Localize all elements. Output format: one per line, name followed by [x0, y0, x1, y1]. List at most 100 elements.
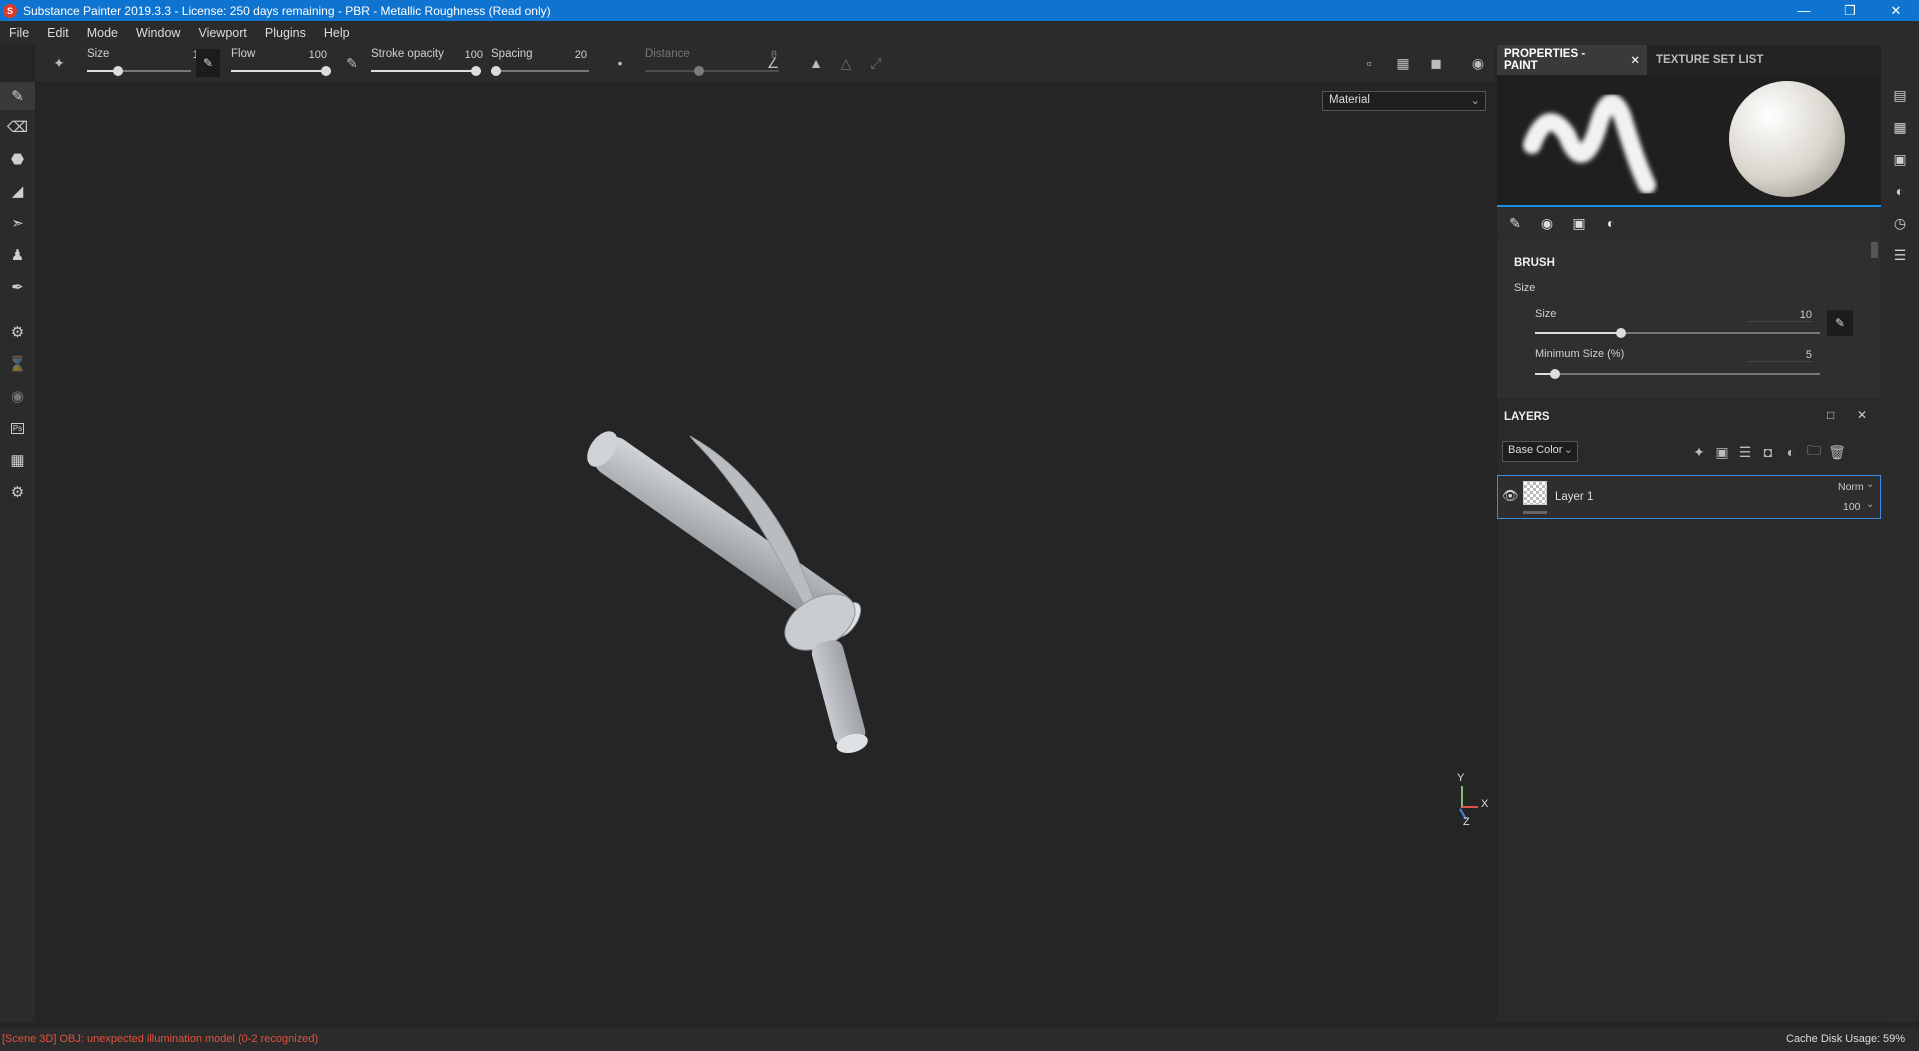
add-layer-icon[interactable]: ☰: [1735, 443, 1755, 461]
log-icon[interactable]: ☰: [1890, 245, 1910, 265]
brush-properties: BRUSH Size Size 10 ✎ Minimum Size (%) 5: [1497, 240, 1881, 398]
cache-label: Cache Disk Usage:: [1786, 1033, 1881, 1045]
chevron-down-icon: ⌄: [1866, 499, 1875, 510]
layer-channel-select[interactable]: Base Color ⌄: [1502, 441, 1578, 462]
add-mask-icon[interactable]: ▣: [1712, 443, 1732, 461]
left-toolbar: ✎ ⌫ ⬣ ◢ ➣ ♟ ✒ ⚙ ⌛ ◉ Ps ▦ ⚙: [0, 82, 35, 1022]
stencil-category-icon[interactable]: ▣: [1569, 213, 1589, 233]
visibility-eye-icon[interactable]: 👁: [1502, 488, 1519, 504]
distance-slider: [645, 66, 779, 76]
angle-icon[interactable]: ∠: [761, 54, 785, 72]
properties-scrollbar[interactable]: [1871, 242, 1878, 258]
bake-settings-icon[interactable]: ⚙: [0, 318, 35, 346]
menu-mode[interactable]: Mode: [78, 26, 127, 40]
video-camera-icon[interactable]: ◼: [1425, 54, 1447, 72]
smudge-icon[interactable]: ➣: [0, 209, 35, 237]
paint-brush-icon[interactable]: ✎: [0, 82, 35, 110]
add-smart-material-icon[interactable]: ◐: [1781, 443, 1801, 461]
plugin-settings-icon[interactable]: ⚙: [0, 478, 35, 506]
title-bar: S Substance Painter 2019.3.3 - License: …: [0, 0, 1919, 21]
delete-layer-icon[interactable]: 🗑: [1827, 443, 1847, 461]
add-folder-icon[interactable]: 🗀: [1804, 442, 1824, 461]
menu-window[interactable]: Window: [127, 26, 189, 40]
brush-preview: [1497, 75, 1881, 205]
axis-z-label: Z: [1463, 816, 1470, 828]
properties-panel-icon[interactable]: ▤: [1890, 85, 1910, 105]
layer-blend-mode[interactable]: Norm: [1838, 481, 1864, 493]
tab-texture-set-list[interactable]: TEXTURE SET LIST: [1649, 45, 1770, 75]
menu-file[interactable]: File: [0, 26, 38, 40]
alpha-category-icon[interactable]: ◉: [1537, 213, 1557, 233]
sword-model[interactable]: [35, 82, 1495, 1022]
hourglass-icon: ⌛: [8, 356, 27, 373]
float-panel-icon[interactable]: □: [1827, 408, 1834, 422]
brush-size-pressure-icon[interactable]: ✎: [1827, 310, 1853, 336]
close-window-icon[interactable]: ✕: [1873, 0, 1919, 21]
color-picker-icon[interactable]: ✒: [0, 273, 35, 301]
display-mode-icon[interactable]: ▦: [1392, 54, 1414, 72]
right-panel-strip: ▤ ▦ ▣ ◐ ◷ ☰: [1881, 45, 1919, 1022]
viewport-channel-select[interactable]: Material ⌄: [1322, 91, 1486, 111]
export-icon[interactable]: ▦: [0, 446, 35, 474]
brush-size-slider[interactable]: [1535, 328, 1820, 338]
size-pressure-icon[interactable]: ✎: [196, 49, 220, 77]
symmetry-settings-icon: △: [840, 54, 852, 71]
layer-row[interactable]: 👁 Layer 1 Norm ⌄ 100 ⌄: [1497, 475, 1881, 519]
display-settings-icon[interactable]: ▣: [1890, 149, 1910, 169]
minimize-icon[interactable]: —: [1781, 0, 1827, 21]
close-layers-icon[interactable]: ✕: [1857, 408, 1867, 422]
axis-y-label: Y: [1457, 772, 1465, 784]
size-slider[interactable]: [87, 66, 191, 76]
spacing-slider[interactable]: [491, 66, 589, 76]
restore-icon[interactable]: ❐: [1827, 0, 1873, 21]
stroke-alignment-icon[interactable]: ✦: [49, 54, 69, 72]
iray-icon: ◉: [10, 388, 25, 405]
texture-set-panel-icon[interactable]: ▦: [1890, 117, 1910, 137]
camera-mode-icon[interactable]: ▫: [1358, 54, 1380, 72]
add-fill-layer-icon[interactable]: ◘: [1758, 443, 1778, 461]
tab-properties-paint[interactable]: PROPERTIES - PAINT ✕: [1497, 45, 1647, 75]
status-message: [Scene 3D] OBJ: unexpected illumination …: [2, 1033, 319, 1045]
layer-opacity[interactable]: 100: [1843, 501, 1861, 513]
flow-slider[interactable]: [231, 66, 331, 76]
brush-category-icon[interactable]: ✎: [1505, 213, 1525, 233]
size-label: Size: [87, 48, 110, 60]
menu-viewport[interactable]: Viewport: [189, 26, 255, 40]
layer-name[interactable]: Layer 1: [1555, 491, 1593, 503]
min-size-value[interactable]: 5: [1747, 349, 1812, 362]
shader-settings-icon[interactable]: ◐: [1890, 181, 1910, 201]
flow-pressure-icon[interactable]: ✎: [343, 54, 361, 72]
stroke-opacity-slider[interactable]: [371, 66, 481, 76]
flow-value[interactable]: 100: [297, 49, 327, 61]
menu-plugins[interactable]: Plugins: [256, 26, 315, 40]
substance-logo-icon: S: [3, 3, 17, 18]
history-icon[interactable]: ◷: [1890, 213, 1910, 233]
lazy-mouse-icon[interactable]: •: [611, 54, 629, 72]
stroke-opacity-value[interactable]: 100: [453, 49, 483, 61]
polygon-fill-icon[interactable]: ◢: [0, 177, 35, 205]
status-bar: [Scene 3D] OBJ: unexpected illumination …: [0, 1028, 1919, 1051]
add-effect-icon[interactable]: ✦: [1689, 443, 1709, 461]
min-size-slider[interactable]: [1535, 369, 1820, 379]
brush-size-value[interactable]: 10: [1747, 309, 1812, 322]
transform-icon: ⤢: [870, 54, 882, 71]
screenshot-camera-icon[interactable]: ◉: [1467, 54, 1489, 72]
layers-toolbar: Base Color ⌄ ✦ ▣ ☰ ◘ ◐ 🗀 🗑: [1497, 431, 1881, 469]
axis-gizmo: Y X Z: [1453, 772, 1493, 832]
material-category-icon[interactable]: ◐: [1601, 213, 1621, 233]
chevron-down-icon: ⌄: [1470, 95, 1480, 107]
layer-mask-indicator: [1523, 511, 1547, 514]
eraser-icon[interactable]: ⌫: [0, 113, 35, 141]
layers-header: LAYERS □ ✕: [1497, 403, 1881, 431]
photoshop-export-icon[interactable]: Ps: [0, 414, 35, 442]
clone-stamp-icon[interactable]: ♟: [0, 241, 35, 269]
chevron-down-icon: ⌄: [1866, 479, 1875, 490]
symmetry-icon[interactable]: ▲: [805, 54, 827, 72]
viewport-3d[interactable]: Y X Z: [35, 82, 1495, 1022]
menu-edit[interactable]: Edit: [38, 26, 78, 40]
panel-tabs: PROPERTIES - PAINT ✕ TEXTURE SET LIST: [1497, 45, 1881, 75]
spacing-value[interactable]: 20: [557, 49, 587, 61]
projection-icon[interactable]: ⬣: [0, 145, 35, 173]
menu-help[interactable]: Help: [315, 26, 359, 40]
close-tab-icon[interactable]: ✕: [1630, 53, 1640, 67]
